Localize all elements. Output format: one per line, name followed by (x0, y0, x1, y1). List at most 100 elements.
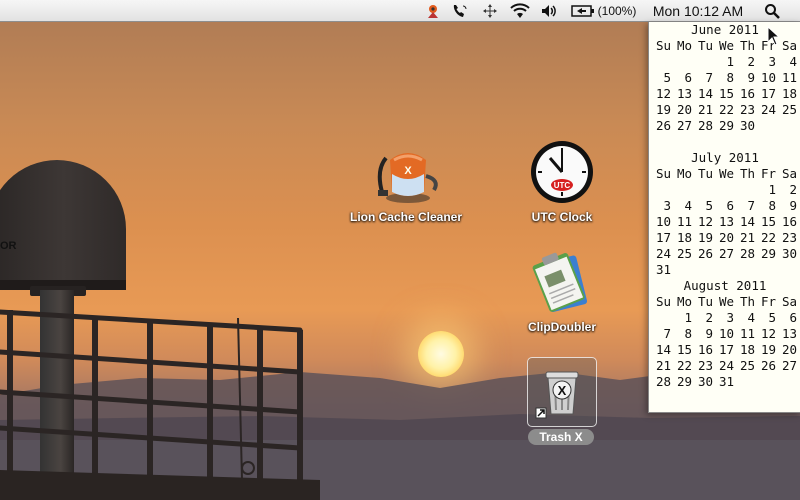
calendar-empty-cell (735, 182, 756, 198)
calendar-day: 17 (760, 86, 776, 101)
battery-icon[interactable] (570, 0, 596, 21)
volume-icon[interactable] (539, 0, 561, 21)
calendar-day: 20 (781, 342, 797, 357)
clipdoubler-label[interactable]: ClipDoubler (528, 320, 596, 334)
weekday-header: Mo (676, 294, 692, 309)
calendar-empty-cell (714, 262, 735, 278)
calendar-empty-cell (777, 262, 798, 278)
calendar-day: 21 (655, 358, 671, 373)
calendar-day: 5 (663, 70, 671, 85)
trash-x-label[interactable]: Trash X (528, 429, 594, 445)
calendar-day: 21 (739, 230, 755, 245)
calendar-empty-cell (672, 54, 693, 70)
calendar-day: 15 (718, 86, 734, 101)
calendar-day: 2 (705, 310, 713, 325)
weekday-header: Su (655, 294, 671, 309)
calendar-day: 30 (781, 246, 797, 261)
calendar-empty-cell (672, 262, 693, 278)
svg-text:X: X (404, 165, 412, 177)
utc-clock-icon[interactable]: UTC (529, 139, 595, 205)
calendar-day: 29 (718, 118, 734, 133)
utc-clock-face-text: UTC (554, 181, 571, 190)
calendar-days-grid: 1 2 3 4 5 6 7 8 9 10 11 12 13 14 15 16 17 18 19 20 21 22 23 24 2… (649, 182, 800, 278)
clipdoubler-icon[interactable] (530, 251, 594, 315)
calendar-day: 24 (718, 358, 734, 373)
calendar-day: 9 (705, 326, 713, 341)
calendar-day: 15 (676, 342, 692, 357)
spotlight-icon[interactable] (760, 0, 784, 21)
calendar-day: 26 (655, 118, 671, 133)
lion-cache-cleaner-icon[interactable]: X (372, 140, 440, 206)
calendar-empty-cell (651, 54, 672, 70)
calendar-day: 4 (789, 54, 797, 69)
calendar-month-title: August 2011 (683, 278, 767, 293)
calendar-day: 26 (697, 246, 713, 261)
weekday-header: Tu (697, 166, 713, 181)
weekday-header: We (718, 166, 734, 181)
calendar-day: 11 (676, 214, 692, 229)
calendar-day: 9 (789, 198, 797, 213)
calendar-day: 31 (718, 374, 734, 389)
calendar-day: 22 (760, 230, 776, 245)
calendar-day: 12 (655, 86, 671, 101)
weekday-header: We (718, 38, 734, 53)
calendar-day: 29 (676, 374, 692, 389)
wifi-icon[interactable] (508, 0, 532, 21)
calendar-day: 29 (760, 246, 776, 261)
menubar-clock[interactable]: Mon 10:12 AM (646, 0, 750, 21)
calendar-day: 4 (684, 198, 692, 213)
calendar-day: 7 (705, 70, 713, 85)
calendar-month: August 2011 Su Mo Tu We Th Fr Sa 1234567… (649, 278, 800, 390)
lion-cache-cleaner-label[interactable]: Lion Cache Cleaner (350, 210, 462, 224)
calendar-day: 28 (655, 374, 671, 389)
calendar-day: 17 (718, 342, 734, 357)
utc-clock-label[interactable]: UTC Clock (532, 210, 593, 224)
calendar-day: 12 (760, 326, 776, 341)
calendar-day: 21 (697, 102, 713, 117)
calendar-day: 14 (739, 214, 755, 229)
calendar-day: 25 (739, 358, 755, 373)
menu-bar: (100%) Mon 10:12 AM (0, 0, 800, 22)
calendar-day: 18 (739, 342, 755, 357)
calendar-day: 1 (726, 54, 734, 69)
calendar-day: 8 (684, 326, 692, 341)
calendar-month: July 2011 Su Mo Tu We Th Fr Sa 123456789… (649, 150, 800, 278)
calendar-day: 30 (739, 118, 755, 133)
calendar-day: 5 (768, 310, 776, 325)
calendar-days-grid: 1 2 3 4 5 6 7 8 9 10 11 12 13 14 15 16 17 18 19 20 21 22 23 24 2… (649, 54, 800, 134)
weekday-header: Su (655, 166, 671, 181)
calendar-day: 2 (747, 54, 755, 69)
calendar-month-title: July 2011 (691, 150, 759, 165)
calendar-empty-cell (777, 374, 798, 390)
weekday-header: Mo (676, 166, 692, 181)
weekday-header-row: Su Mo Tu We Th Fr Sa (649, 294, 800, 310)
weekday-header: Tu (697, 294, 713, 309)
calendar-day: 18 (676, 230, 692, 245)
calendar-day: 10 (760, 70, 776, 85)
calendar-day: 10 (655, 214, 671, 229)
calendar-empty-cell (693, 262, 714, 278)
calendar-day: 10 (718, 326, 734, 341)
calendar-day: 18 (781, 86, 797, 101)
calendar-day: 19 (655, 102, 671, 117)
calendar-day: 27 (781, 358, 797, 373)
calendar-day: 7 (663, 326, 671, 341)
calendar-day: 2 (789, 182, 797, 197)
calendar-days-grid: 1 2 3 4 5 6 7 8 9 10 11 12 13 14 15 16 17 18 19 20 21 22 23 24 2… (649, 310, 800, 390)
weekday-header: We (718, 294, 734, 309)
phone-icon[interactable] (450, 0, 470, 21)
calendar-day: 27 (718, 246, 734, 261)
calendar-empty-cell (651, 182, 672, 198)
calendar-day: 31 (655, 262, 671, 277)
calendar-day: 19 (697, 230, 713, 245)
calendar-day: 25 (781, 102, 797, 117)
calendar-empty-cell (756, 262, 777, 278)
move-icon[interactable] (480, 0, 500, 21)
calendar-day: 1 (768, 182, 776, 197)
calendar-day: 8 (768, 198, 776, 213)
calendar-empty-cell (756, 374, 777, 390)
calendar-day: 7 (747, 198, 755, 213)
trash-x-icon[interactable]: X (534, 364, 590, 420)
activity-icon[interactable] (424, 0, 442, 21)
calendar-day: 14 (697, 86, 713, 101)
